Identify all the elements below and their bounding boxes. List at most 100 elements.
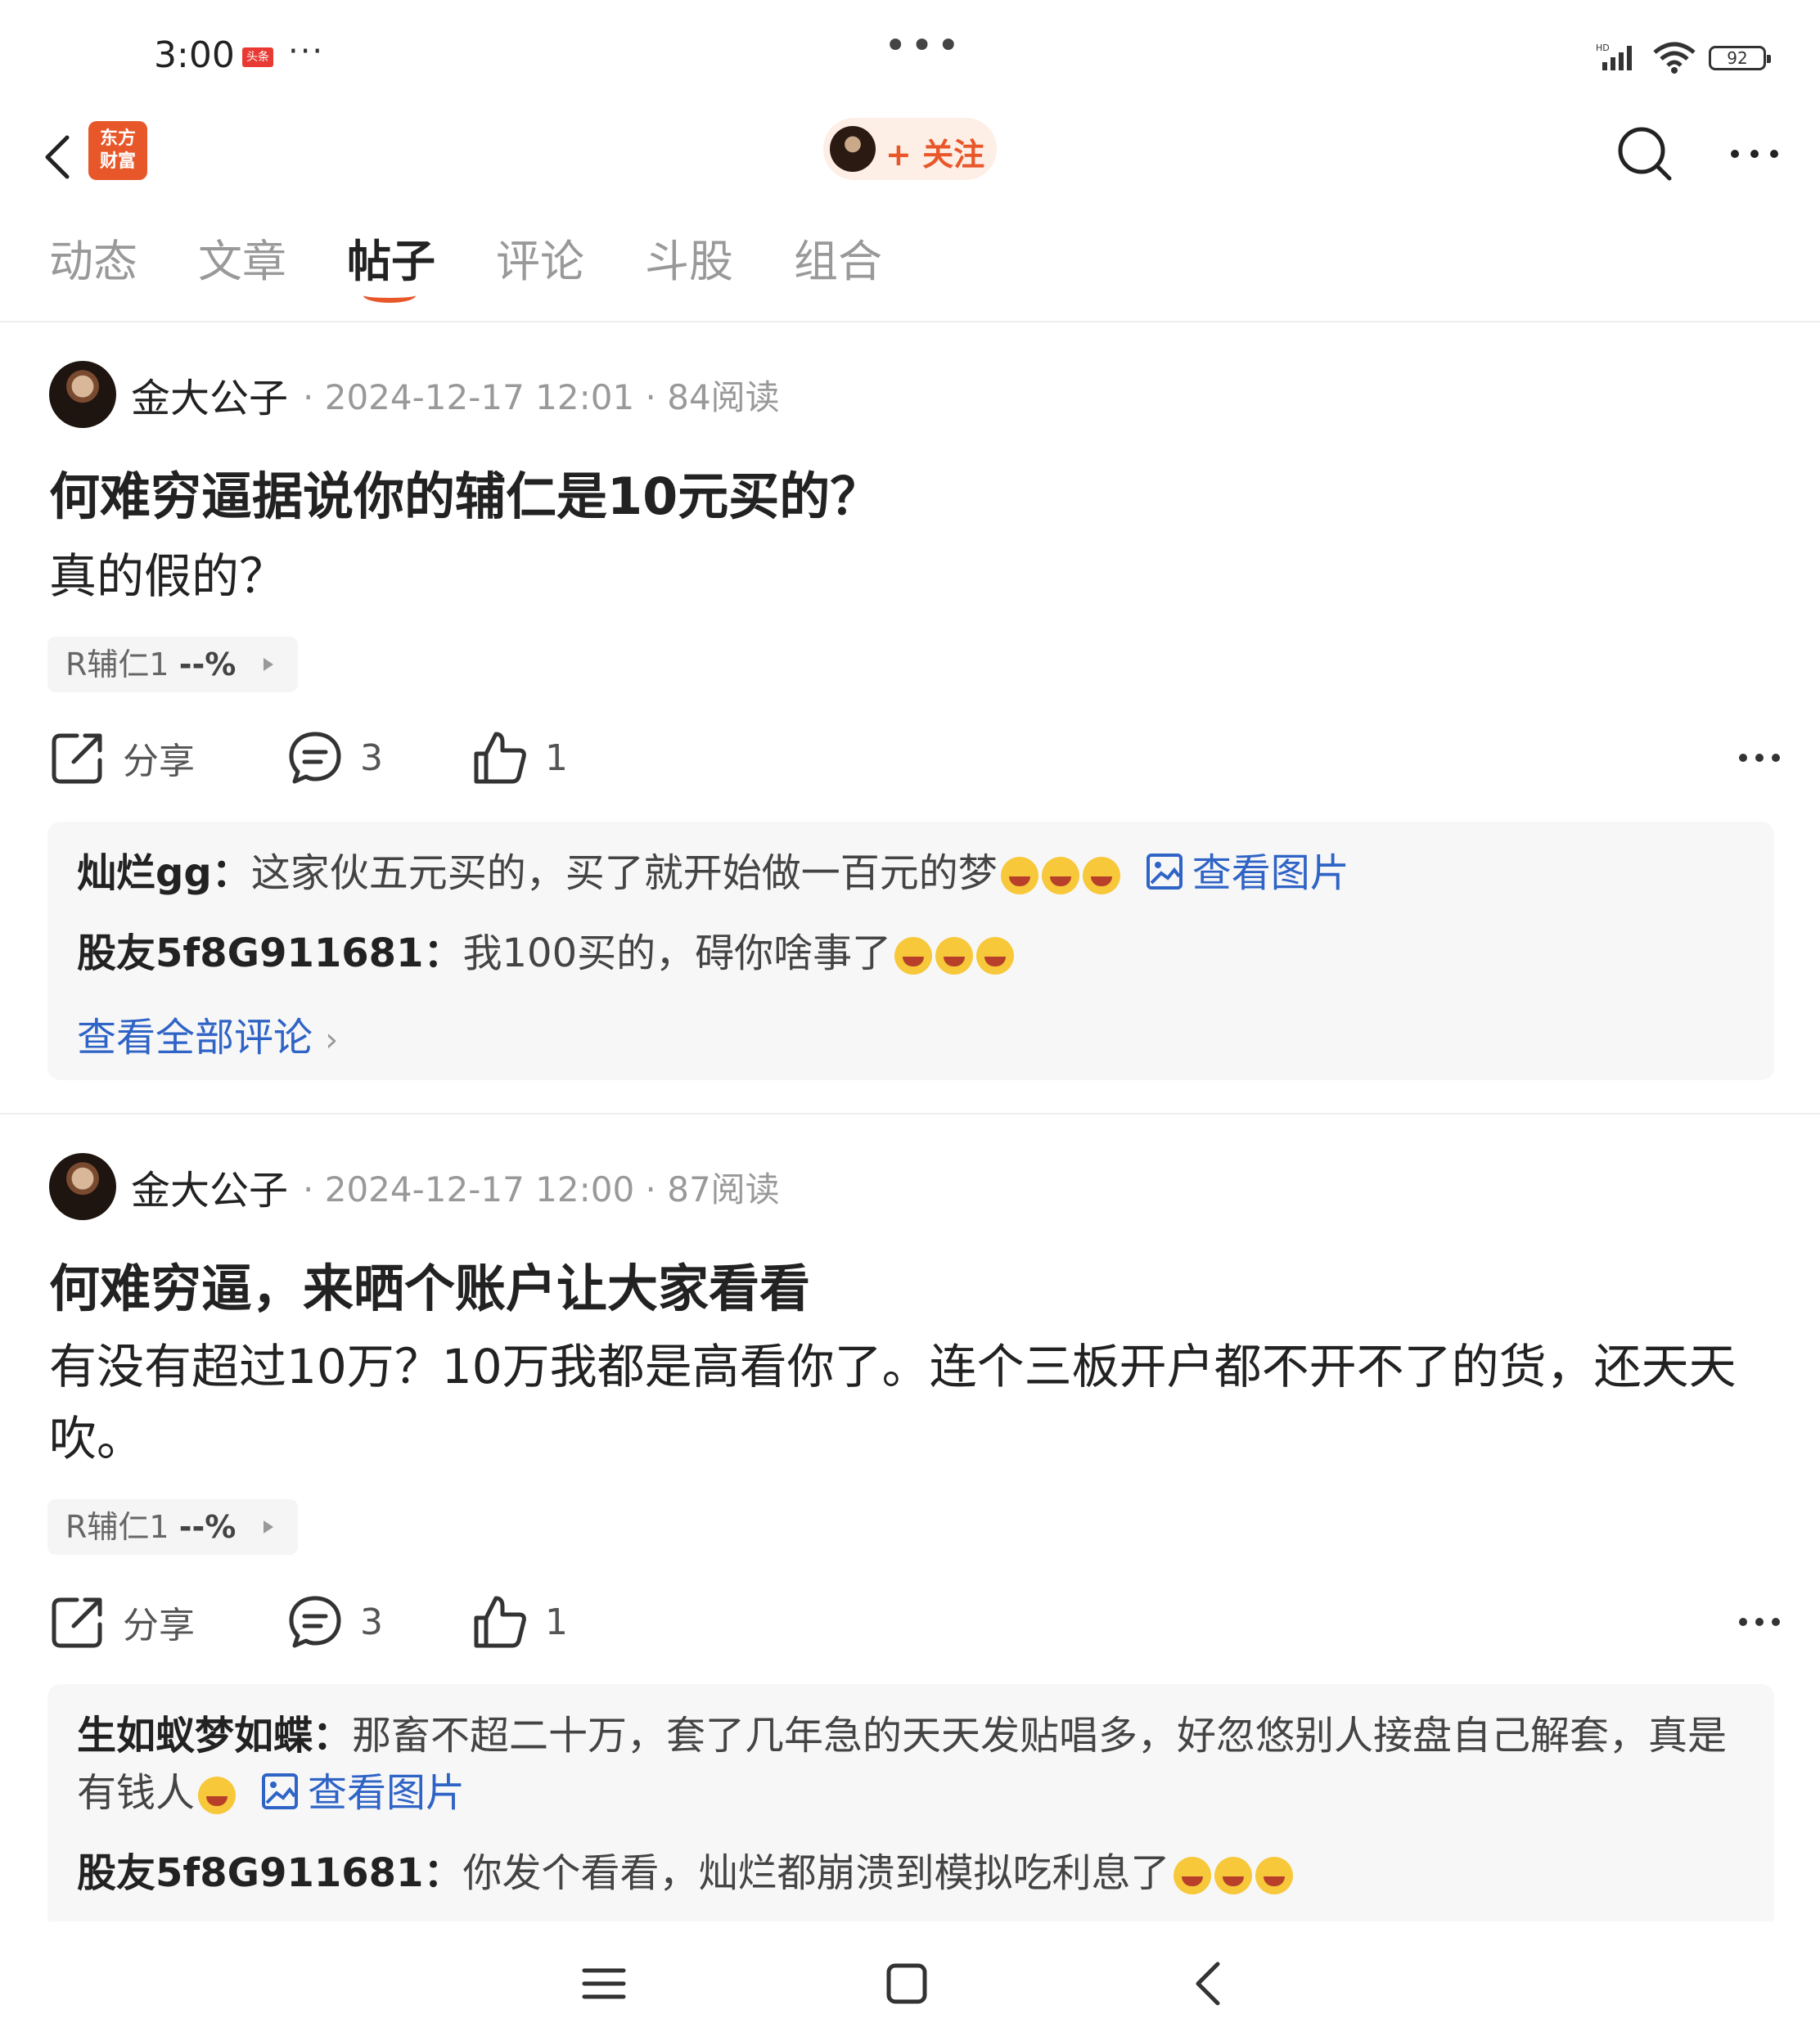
comment-item[interactable]: 灿烂gg：这家伙五元买的，买了就开始做一百元的梦 查看图片 bbox=[77, 845, 1745, 902]
tab-posts[interactable]: 帖子 bbox=[347, 229, 435, 303]
eastmoney-logo[interactable]: 东方 财富 bbox=[88, 121, 147, 180]
author-row: 金大公子 · 2024-12-17 12:01 · 84阅读 bbox=[49, 360, 780, 429]
post-title[interactable]: 何难穷逼据说你的辅仁是10元买的？ bbox=[49, 455, 881, 529]
like-button[interactable]: 1 bbox=[471, 1589, 568, 1655]
laugh-emoji-icon bbox=[1082, 857, 1120, 894]
svg-text:HD: HD bbox=[1596, 43, 1610, 53]
view-image-label: 查看图片 bbox=[308, 1770, 466, 1816]
status-more-icon: ··· bbox=[288, 33, 325, 70]
crying-laugh-emoji-icon bbox=[1173, 1857, 1211, 1894]
post-actions: 分享 3 1 bbox=[49, 725, 1784, 791]
menu-icon[interactable] bbox=[571, 1951, 637, 2016]
post-card[interactable]: 金大公子 · 2024-12-17 12:00 · 87阅读 何难穷逼，来晒个账… bbox=[0, 1144, 1820, 1930]
author-avatar bbox=[830, 126, 876, 172]
smirk-emoji-icon bbox=[935, 937, 974, 975]
caret-right-icon bbox=[264, 1520, 273, 1534]
share-label: 分享 bbox=[123, 741, 195, 782]
post-actions: 分享 3 1 bbox=[49, 1589, 1784, 1655]
app-header: 东方 财富 + 关注 bbox=[0, 115, 1820, 213]
post-body[interactable]: 真的假的？ bbox=[49, 540, 1784, 612]
follow-label: + 关注 bbox=[885, 137, 985, 173]
like-button[interactable]: 1 bbox=[471, 725, 568, 791]
view-image-link[interactable]: 查看图片 bbox=[1145, 850, 1349, 896]
view-image-link[interactable]: 查看图片 bbox=[260, 1770, 465, 1816]
caret-right-icon bbox=[264, 658, 273, 671]
comments-preview[interactable]: 生如蚁梦如蝶：那畜不超二十万，套了几年急的天天发贴唱多，好忽悠别人接盘自己解套，… bbox=[47, 1684, 1774, 1930]
comments-preview[interactable]: 灿烂gg：这家伙五元买的，买了就开始做一百元的梦 查看图片 股友5f8G91168… bbox=[47, 822, 1774, 1080]
more-options-icon[interactable] bbox=[1722, 121, 1787, 187]
status-time: 3:00 bbox=[154, 34, 235, 76]
image-icon bbox=[1146, 854, 1183, 890]
comment-user[interactable]: 生如蚁梦如蝶： bbox=[77, 1713, 352, 1759]
post-card[interactable]: 金大公子 · 2024-12-17 12:01 · 84阅读 何难穷逼据说你的辅… bbox=[0, 352, 1820, 1088]
comment-icon bbox=[289, 1596, 341, 1648]
stock-change: --% bbox=[178, 1509, 237, 1545]
post-meta: · 2024-12-17 12:01 · 84阅读 bbox=[303, 376, 780, 417]
thumbs-up-icon bbox=[474, 1596, 526, 1648]
tab-dynamics[interactable]: 动态 bbox=[49, 229, 137, 303]
thumbs-up-icon bbox=[474, 732, 526, 784]
wifi-icon bbox=[1653, 42, 1696, 74]
status-bar: 3:00 头条 ··· ••• HD 92 bbox=[0, 0, 1820, 115]
post-more-icon[interactable] bbox=[1735, 1606, 1784, 1638]
toutiao-badge-icon: 头条 bbox=[242, 47, 273, 67]
avatar[interactable] bbox=[49, 1153, 116, 1220]
view-all-comments-link[interactable]: 查看全部评论 › bbox=[77, 1005, 1745, 1062]
author-name[interactable]: 金大公子 bbox=[131, 366, 288, 423]
author-name[interactable]: 金大公子 bbox=[131, 1158, 288, 1215]
share-button[interactable]: 分享 bbox=[49, 725, 195, 791]
follow-button[interactable]: + 关注 bbox=[823, 118, 997, 180]
comment-count: 3 bbox=[360, 1601, 383, 1643]
stock-name: R辅仁1 bbox=[65, 646, 169, 682]
laugh-emoji-icon bbox=[1000, 857, 1038, 894]
back-arrow-icon[interactable] bbox=[34, 124, 83, 190]
window-handle-icon[interactable]: ••• bbox=[884, 23, 963, 69]
image-icon bbox=[262, 1773, 299, 1809]
post-meta: · 2024-12-17 12:00 · 87阅读 bbox=[303, 1169, 780, 1209]
logo-text: 东方 财富 bbox=[99, 128, 136, 172]
author-row: 金大公子 · 2024-12-17 12:00 · 87阅读 bbox=[49, 1152, 780, 1221]
view-image-label: 查看图片 bbox=[1192, 850, 1349, 896]
comment-button[interactable]: 3 bbox=[286, 1589, 383, 1655]
view-all-label: 查看全部评论 bbox=[77, 1015, 313, 1061]
stock-name: R辅仁1 bbox=[65, 1509, 169, 1545]
tabs-divider bbox=[0, 321, 1820, 322]
home-icon[interactable] bbox=[874, 1951, 939, 2016]
post-body[interactable]: 有没有超过10万？10万我都是高看你了。连个三板开户都不开不了的货，还天天吹。 bbox=[49, 1331, 1784, 1475]
chevron-right-icon: › bbox=[325, 1021, 339, 1059]
stock-tag[interactable]: R辅仁1 --% bbox=[47, 637, 298, 692]
post-more-icon[interactable] bbox=[1735, 741, 1784, 774]
smirk-emoji-icon bbox=[894, 937, 933, 975]
share-icon bbox=[52, 1597, 102, 1648]
share-icon bbox=[52, 733, 102, 784]
smirk-emoji-icon bbox=[976, 937, 1015, 975]
tab-stock-battle[interactable]: 斗股 bbox=[645, 229, 733, 303]
comment-item[interactable]: 生如蚁梦如蝶：那畜不超二十万，套了几年急的天天发贴唱多，好忽悠别人接盘自己解套，… bbox=[77, 1707, 1745, 1822]
comment-user[interactable]: 股友5f8G911681： bbox=[77, 930, 462, 976]
stock-change: --% bbox=[178, 646, 237, 682]
comment-text: 你发个看看，灿烂都崩溃到模拟吃利息了 bbox=[462, 1850, 1170, 1896]
stock-tag[interactable]: R辅仁1 --% bbox=[47, 1499, 298, 1555]
post-title[interactable]: 何难穷逼，来晒个账户让大家看看 bbox=[49, 1247, 810, 1321]
comment-user[interactable]: 股友5f8G911681： bbox=[77, 1850, 462, 1896]
system-nav-bar bbox=[0, 1921, 1820, 2036]
nav-back-icon[interactable] bbox=[1177, 1951, 1242, 2016]
share-button[interactable]: 分享 bbox=[49, 1589, 195, 1655]
tab-articles[interactable]: 文章 bbox=[198, 229, 286, 303]
avatar[interactable] bbox=[49, 361, 116, 428]
signal-icon: HD bbox=[1596, 43, 1632, 70]
comment-button[interactable]: 3 bbox=[286, 725, 383, 791]
crying-laugh-emoji-icon bbox=[1255, 1857, 1293, 1894]
tab-portfolio[interactable]: 组合 bbox=[794, 229, 882, 303]
crying-laugh-emoji-icon bbox=[198, 1777, 237, 1814]
comment-item[interactable]: 股友5f8G911681：你发个看看，灿烂都崩溃到模拟吃利息了 bbox=[77, 1845, 1745, 1902]
like-count: 1 bbox=[545, 736, 568, 779]
comment-text: 我100买的，碍你啥事了 bbox=[462, 930, 892, 976]
comment-icon bbox=[289, 732, 341, 784]
comment-item[interactable]: 股友5f8G911681：我100买的，碍你啥事了 bbox=[77, 925, 1745, 982]
tab-comments[interactable]: 评论 bbox=[496, 229, 584, 303]
search-icon[interactable] bbox=[1612, 121, 1678, 187]
laugh-emoji-icon bbox=[1041, 857, 1079, 894]
comment-count: 3 bbox=[360, 736, 383, 779]
comment-user[interactable]: 灿烂gg： bbox=[77, 850, 251, 896]
